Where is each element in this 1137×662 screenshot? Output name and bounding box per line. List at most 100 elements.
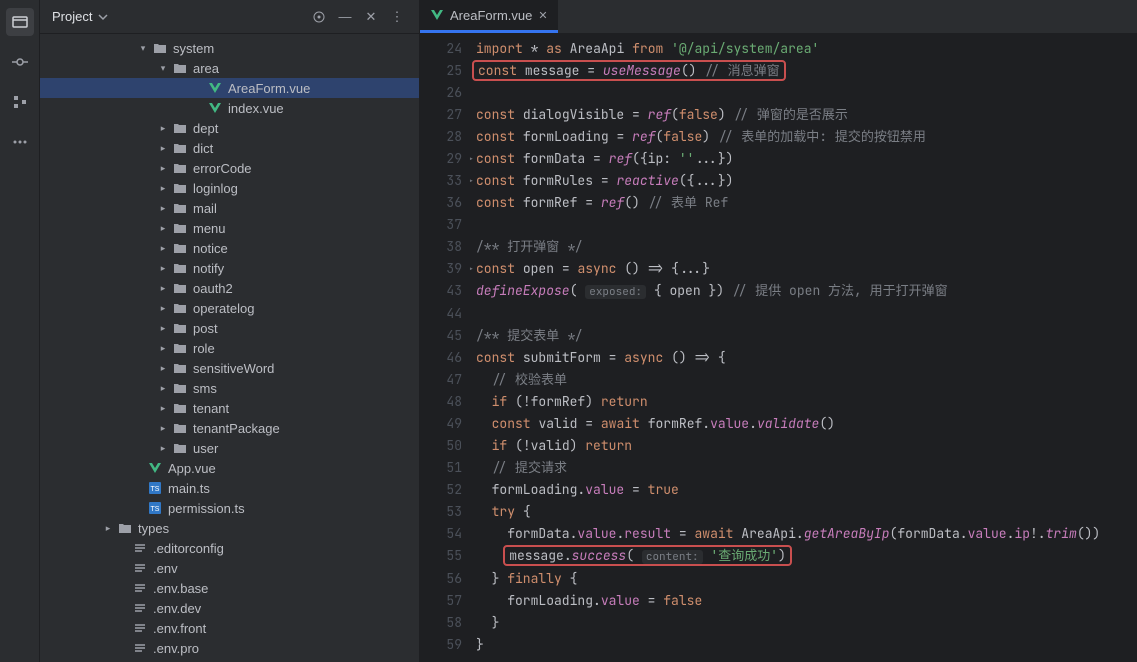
code-line[interactable]: 36const formRef = ref() // 表单 Ref: [420, 192, 1137, 214]
tree-item[interactable]: TSmain.ts: [40, 478, 419, 498]
code-content[interactable]: /** 提交表单 */: [476, 325, 1137, 347]
tree-item[interactable]: .env.pro: [40, 638, 419, 658]
chevron-icon[interactable]: ▸: [155, 163, 171, 174]
chevron-icon[interactable]: ▸: [155, 443, 171, 454]
code-content[interactable]: const formData = ref({ip: ''...}): [476, 148, 1137, 170]
code-line[interactable]: 46const submitForm = async () => {: [420, 347, 1137, 369]
chevron-icon[interactable]: ▾: [155, 63, 171, 74]
tab-areaform[interactable]: AreaForm.vue ✕: [420, 0, 558, 33]
tree-item[interactable]: ▸tenant: [40, 398, 419, 418]
code-line[interactable]: 43defineExpose( exposed: { open }) // 提供…: [420, 280, 1137, 303]
chevron-icon[interactable]: ▸: [155, 403, 171, 414]
tree-item[interactable]: ▸post: [40, 318, 419, 338]
tree-item[interactable]: .editorconfig: [40, 538, 419, 558]
chevron-icon[interactable]: ▸: [155, 203, 171, 214]
code-line[interactable]: 39▸const open = async () => {...}: [420, 258, 1137, 280]
chevron-down-icon[interactable]: [98, 12, 108, 22]
code-content[interactable]: const formRules = reactive({...}): [476, 170, 1137, 192]
fold-icon[interactable]: ▸: [469, 148, 474, 170]
target-icon[interactable]: [309, 7, 329, 27]
tree-item[interactable]: ▸tenantPackage: [40, 418, 419, 438]
code-line[interactable]: 27const dialogVisible = ref(false) // 弹窗…: [420, 104, 1137, 126]
code-line[interactable]: 57 formLoading.value = false: [420, 590, 1137, 612]
tree-item[interactable]: .env.front: [40, 618, 419, 638]
code-line[interactable]: 59}: [420, 634, 1137, 656]
code-content[interactable]: const dialogVisible = ref(false) // 弹窗的是…: [476, 104, 1137, 126]
project-tool-icon[interactable]: [6, 8, 34, 36]
code-content[interactable]: try {: [476, 501, 1137, 523]
code-line[interactable]: 48 if (!formRef) return: [420, 391, 1137, 413]
tree-item[interactable]: .env.base: [40, 578, 419, 598]
chevron-icon[interactable]: ▸: [155, 343, 171, 354]
tree-item[interactable]: .env.dev: [40, 598, 419, 618]
code-line[interactable]: 37: [420, 214, 1137, 236]
code-line[interactable]: 49 const valid = await formRef.value.val…: [420, 413, 1137, 435]
chevron-icon[interactable]: ▸: [155, 423, 171, 434]
code-line[interactable]: 55 message.success( content: '查询成功'): [420, 545, 1137, 568]
code-content[interactable]: formData.value.result = await AreaApi.ge…: [476, 523, 1137, 545]
file-tree[interactable]: ▾system▾areaAreaForm.vueindex.vue▸dept▸d…: [40, 34, 419, 662]
code-content[interactable]: if (!valid) return: [476, 435, 1137, 457]
chevron-icon[interactable]: ▸: [155, 383, 171, 394]
code-line[interactable]: 58 }: [420, 612, 1137, 634]
tree-item[interactable]: ▸loginlog: [40, 178, 419, 198]
code-content[interactable]: // 校验表单: [476, 369, 1137, 391]
tree-item[interactable]: TSpermission.ts: [40, 498, 419, 518]
tree-item[interactable]: ▸notice: [40, 238, 419, 258]
code-content[interactable]: const submitForm = async () => {: [476, 347, 1137, 369]
hide-icon[interactable]: ✕: [361, 7, 381, 27]
chevron-icon[interactable]: ▸: [155, 123, 171, 134]
code-line[interactable]: 29▸const formData = ref({ip: ''...}): [420, 148, 1137, 170]
code-content[interactable]: } finally {: [476, 568, 1137, 590]
chevron-icon[interactable]: ▸: [155, 263, 171, 274]
tree-item[interactable]: .env: [40, 558, 419, 578]
code-editor[interactable]: 24import * as AreaApi from '@/api/system…: [420, 34, 1137, 662]
code-content[interactable]: // 提交请求: [476, 457, 1137, 479]
commit-tool-icon[interactable]: [6, 48, 34, 76]
code-content[interactable]: formLoading.value = false: [476, 590, 1137, 612]
code-line[interactable]: 51 // 提交请求: [420, 457, 1137, 479]
code-line[interactable]: 24import * as AreaApi from '@/api/system…: [420, 38, 1137, 60]
code-content[interactable]: if (!formRef) return: [476, 391, 1137, 413]
tree-item[interactable]: ▸mail: [40, 198, 419, 218]
code-content[interactable]: }: [476, 634, 1137, 656]
fold-icon[interactable]: ▸: [469, 258, 474, 280]
code-line[interactable]: 38/** 打开弹窗 */: [420, 236, 1137, 258]
tree-item[interactable]: ▸oauth2: [40, 278, 419, 298]
code-content[interactable]: const formRef = ref() // 表单 Ref: [476, 192, 1137, 214]
tree-item[interactable]: App.vue: [40, 458, 419, 478]
code-content[interactable]: import * as AreaApi from '@/api/system/a…: [476, 38, 1137, 60]
code-content[interactable]: [476, 303, 1137, 325]
code-content[interactable]: message.success( content: '查询成功'): [476, 545, 1137, 568]
code-line[interactable]: 47 // 校验表单: [420, 369, 1137, 391]
code-line[interactable]: 44: [420, 303, 1137, 325]
minimize-icon[interactable]: —: [335, 7, 355, 27]
tree-item[interactable]: ▸errorCode: [40, 158, 419, 178]
chevron-icon[interactable]: ▸: [155, 363, 171, 374]
tree-item[interactable]: ▸user: [40, 438, 419, 458]
tree-item[interactable]: ▸notify: [40, 258, 419, 278]
more-tool-icon[interactable]: [6, 128, 34, 156]
code-content[interactable]: const valid = await formRef.value.valida…: [476, 413, 1137, 435]
tree-item[interactable]: ▸types: [40, 518, 419, 538]
tree-item[interactable]: ▾system: [40, 38, 419, 58]
code-line[interactable]: 28const formLoading = ref(false) // 表单的加…: [420, 126, 1137, 148]
chevron-icon[interactable]: ▸: [155, 243, 171, 254]
chevron-icon[interactable]: ▾: [135, 43, 151, 54]
tree-item[interactable]: ▸sms: [40, 378, 419, 398]
tree-item[interactable]: ▸menu: [40, 218, 419, 238]
code-line[interactable]: 25const message = useMessage() // 消息弹窗: [420, 60, 1137, 82]
tree-item[interactable]: ▸sensitiveWord: [40, 358, 419, 378]
tree-item[interactable]: index.vue: [40, 98, 419, 118]
fold-icon[interactable]: ▸: [469, 170, 474, 192]
more-icon[interactable]: ⋮: [387, 7, 407, 27]
chevron-icon[interactable]: ▸: [155, 303, 171, 314]
code-content[interactable]: /** 打开弹窗 */: [476, 236, 1137, 258]
chevron-icon[interactable]: ▸: [155, 323, 171, 334]
tree-item[interactable]: ▸dict: [40, 138, 419, 158]
code-content[interactable]: const open = async () => {...}: [476, 258, 1137, 280]
tree-item[interactable]: ▾area: [40, 58, 419, 78]
code-content[interactable]: formLoading.value = true: [476, 479, 1137, 501]
code-line[interactable]: 56 } finally {: [420, 568, 1137, 590]
code-content[interactable]: }: [476, 612, 1137, 634]
